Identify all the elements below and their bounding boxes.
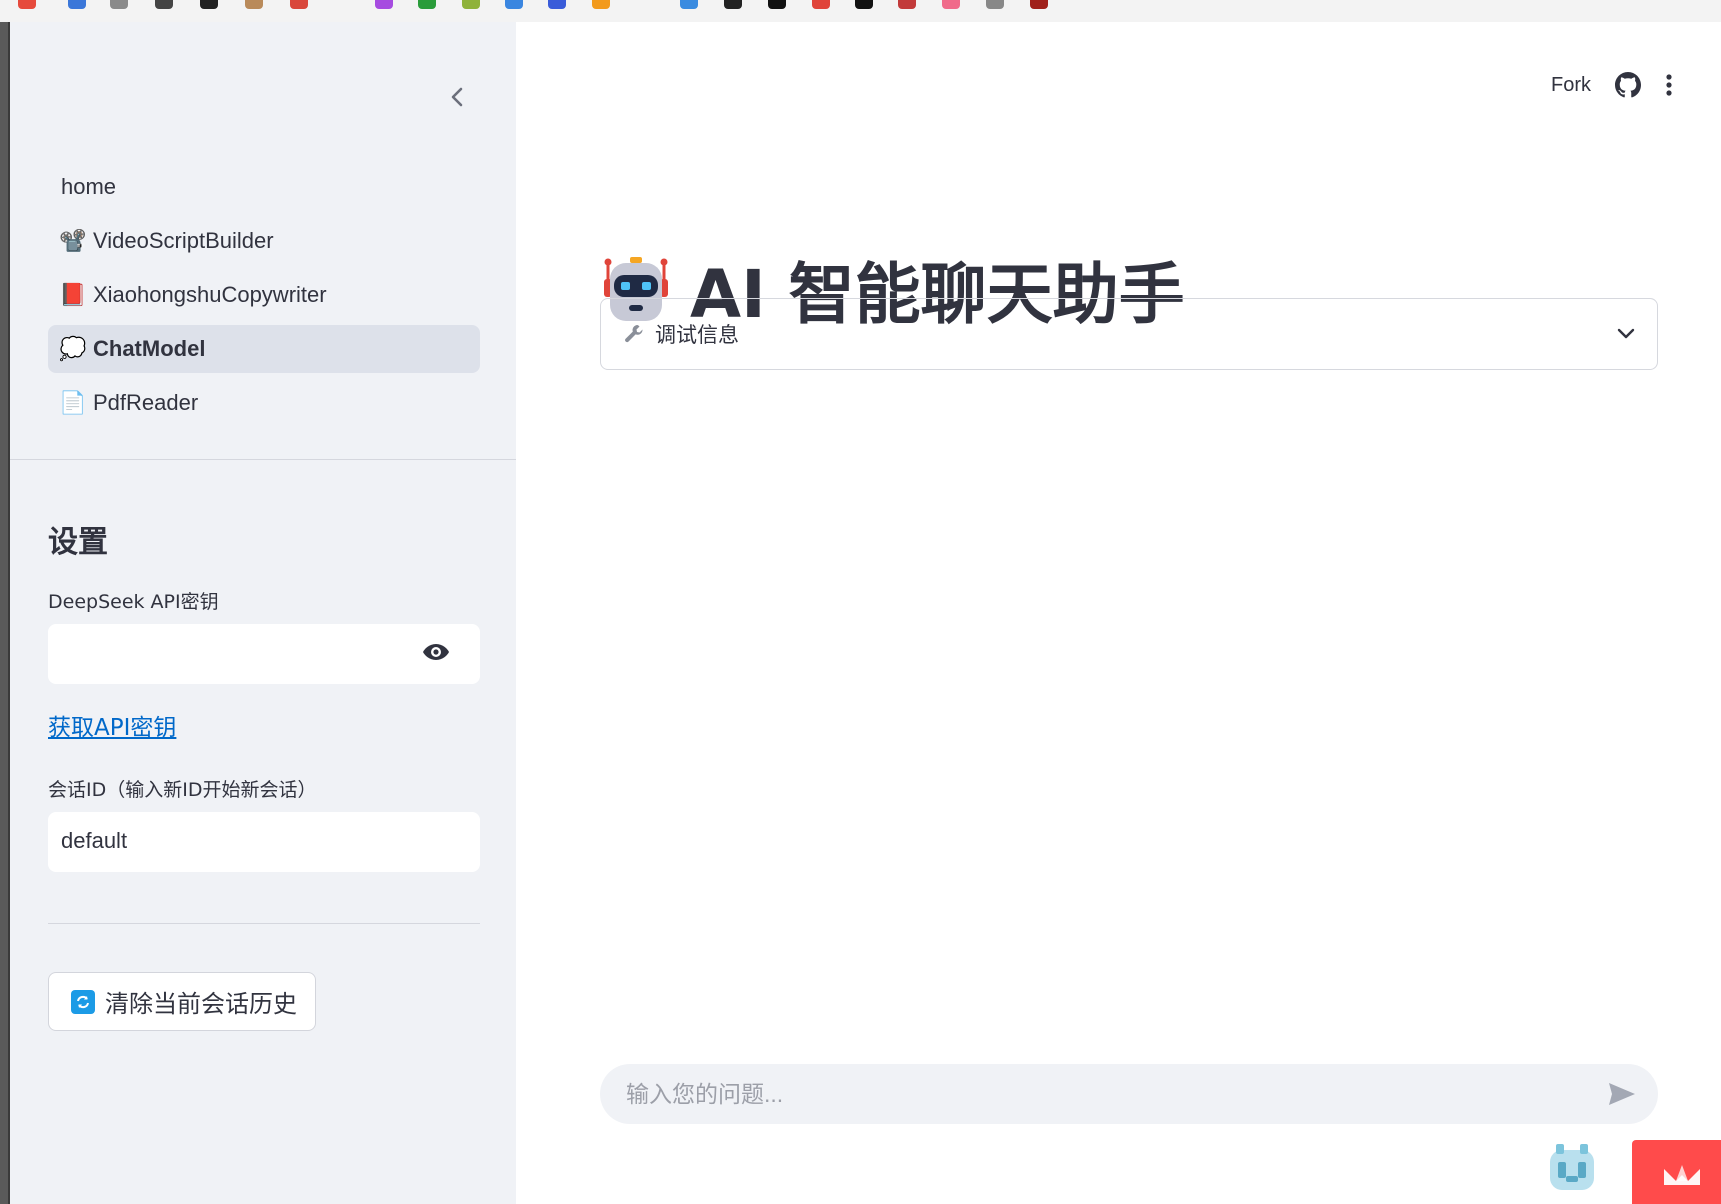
send-icon bbox=[1609, 1083, 1635, 1105]
bookmark-icon[interactable] bbox=[462, 0, 480, 9]
sidebar-nav: home 📽️ VideoScriptBuilder 📕 Xiaohongshu… bbox=[48, 163, 480, 433]
main-content: Fork AI 智能聊天助手 调试信息 输入您的问题... bbox=[516, 22, 1721, 1204]
bookmark-icon[interactable] bbox=[290, 0, 308, 9]
streamlit-badge[interactable] bbox=[1632, 1140, 1721, 1204]
bookmark-icon[interactable] bbox=[418, 0, 436, 9]
session-id-input[interactable] bbox=[48, 812, 434, 870]
get-api-key-link[interactable]: 获取API密钥 bbox=[48, 708, 176, 742]
bookmark-icon[interactable] bbox=[768, 0, 786, 9]
bookmark-icon[interactable] bbox=[68, 0, 86, 9]
wrench-icon bbox=[625, 325, 643, 343]
sidebar-item-videoscriptbuilder[interactable]: 📽️ VideoScriptBuilder bbox=[48, 217, 480, 265]
bookmark-icon[interactable] bbox=[155, 0, 173, 9]
sidebar-item-chatmodel[interactable]: 💭 ChatModel bbox=[48, 325, 480, 373]
settings-heading: 设置 bbox=[48, 525, 108, 560]
more-vertical-icon bbox=[1666, 74, 1672, 96]
bookmark-icon[interactable] bbox=[680, 0, 698, 9]
chevron-left-icon bbox=[451, 87, 463, 107]
document-icon: 📄 bbox=[59, 390, 87, 415]
github-icon bbox=[1615, 72, 1641, 98]
send-button[interactable] bbox=[1608, 1082, 1636, 1106]
chat-input-bar bbox=[600, 1064, 1658, 1124]
bookmark-icon[interactable] bbox=[942, 0, 960, 9]
sidebar: home 📽️ VideoScriptBuilder 📕 Xiaohongshu… bbox=[10, 22, 516, 1204]
bookmark-icon[interactable] bbox=[375, 0, 393, 9]
streamlit-logo-icon bbox=[1663, 1165, 1700, 1185]
bookmark-icon[interactable] bbox=[986, 0, 1004, 9]
bookmark-icon[interactable] bbox=[812, 0, 830, 9]
browser-bookmark-strip bbox=[0, 0, 1721, 22]
bookmark-icon[interactable] bbox=[1030, 0, 1048, 9]
bookmark-icon[interactable] bbox=[110, 0, 128, 9]
sidebar-item-label: XiaohongshuCopywriter bbox=[93, 282, 327, 307]
app-toolbar: Fork bbox=[1551, 72, 1673, 98]
sidebar-item-pdfreader[interactable]: 📄 PdfReader bbox=[48, 379, 480, 427]
chevron-down-icon bbox=[1617, 328, 1635, 339]
show-password-button[interactable] bbox=[422, 642, 450, 666]
sidebar-item-home[interactable]: home bbox=[48, 163, 480, 211]
bookmark-icon[interactable] bbox=[548, 0, 566, 9]
session-id-field bbox=[48, 812, 480, 872]
github-button[interactable] bbox=[1615, 72, 1641, 98]
streamlit-app: home 📽️ VideoScriptBuilder 📕 Xiaohongshu… bbox=[10, 22, 1721, 1204]
window-edge bbox=[0, 22, 8, 1204]
bookmark-icon[interactable] bbox=[18, 0, 36, 9]
sidebar-item-label: home bbox=[61, 174, 117, 199]
fork-button[interactable]: Fork bbox=[1551, 74, 1591, 97]
debug-info-expander[interactable]: 调试信息 bbox=[600, 298, 1658, 370]
clear-history-label: 清除当前会话历史 bbox=[105, 990, 297, 1018]
refresh-icon bbox=[71, 989, 95, 1014]
bookmark-icon[interactable] bbox=[724, 0, 742, 9]
debug-info-label: 调试信息 bbox=[655, 323, 739, 347]
collapse-sidebar-button[interactable] bbox=[442, 82, 472, 112]
api-key-field bbox=[48, 624, 480, 684]
api-key-input[interactable] bbox=[48, 624, 434, 682]
bookmark-icon[interactable] bbox=[505, 0, 523, 9]
sidebar-item-label: VideoScriptBuilder bbox=[93, 228, 274, 253]
red-book-icon: 📕 bbox=[59, 282, 87, 307]
sidebar-item-xiaohongshucopywriter[interactable]: 📕 XiaohongshuCopywriter bbox=[48, 271, 480, 319]
chat-input[interactable] bbox=[624, 1079, 1608, 1109]
sidebar-item-label: PdfReader bbox=[93, 390, 199, 415]
session-id-label: 会话ID（输入新ID开始新会话） bbox=[48, 779, 317, 801]
bookmark-icon[interactable] bbox=[855, 0, 873, 9]
clear-history-button[interactable]: 清除当前会话历史 bbox=[48, 972, 316, 1031]
bookmark-icon[interactable] bbox=[898, 0, 916, 9]
main-menu-button[interactable] bbox=[1665, 73, 1673, 97]
sidebar-item-label: ChatModel bbox=[93, 336, 206, 361]
eye-icon bbox=[423, 644, 449, 660]
film-projector-icon: 📽️ bbox=[59, 228, 87, 253]
bookmark-icon[interactable] bbox=[245, 0, 263, 9]
settings-divider bbox=[48, 923, 480, 924]
nav-divider bbox=[10, 459, 516, 460]
api-key-label: DeepSeek API密钥 bbox=[48, 591, 219, 613]
mascot-icon[interactable] bbox=[1546, 1142, 1598, 1194]
thought-bubble-icon: 💭 bbox=[59, 336, 87, 361]
bookmark-icon[interactable] bbox=[200, 0, 218, 9]
bookmark-icon[interactable] bbox=[592, 0, 610, 9]
